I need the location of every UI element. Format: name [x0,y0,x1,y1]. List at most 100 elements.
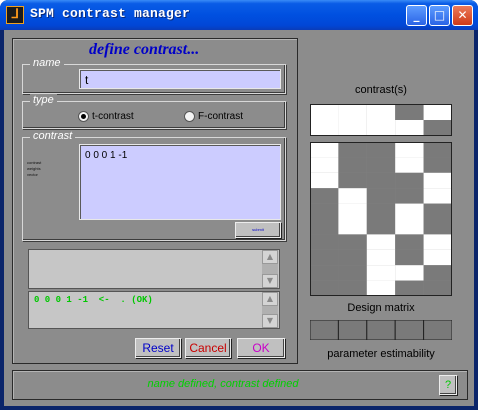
estimability-label: parameter estimability [327,348,435,360]
close-button[interactable]: ✕ [452,5,473,26]
matlab-app-icon: ᒧ [6,6,24,24]
design-matrix-cell [310,265,339,281]
estimability-cell [310,320,339,340]
design-matrix-cell [366,142,396,158]
design-matrix-cell [395,219,424,235]
design-matrix-cell [366,172,396,189]
design-matrix-cell [366,265,396,281]
ok-button[interactable]: OK [237,338,285,358]
estimability-cell [337,320,368,340]
maximize-button[interactable]: □ [429,5,450,26]
estimability-cell [423,320,452,340]
t-contrast-label: t-contrast [92,111,134,122]
design-matrix-cell [338,219,367,235]
contrast-row-cell [310,120,339,136]
define-contrast-panel: define contrast... t name t-contrast F-c… [12,38,298,364]
design-matrix-cell [395,172,424,189]
console-scrollbar[interactable]: ▲ ▼ [262,292,278,328]
contrast-group: contrast weights vector 0 0 0 1 -1 submi… [22,137,286,241]
design-matrix-cell [338,203,367,219]
contrast-row-cell [366,120,396,136]
f-contrast-radio[interactable] [184,111,195,122]
design-matrix-cell [310,157,339,173]
design-matrix-cell [423,142,452,158]
design-matrix-cell [366,188,396,204]
design-matrix-cell [423,280,452,296]
design-matrix-cell [395,234,424,250]
scroll-down-icon[interactable]: ▼ [262,274,278,288]
contrast-row-cell [338,120,367,136]
title-bar[interactable]: ᒧ SPM contrast manager _ □ ✕ [0,0,478,30]
submit-button[interactable]: submit [235,222,281,238]
contrast-row-cell [423,120,452,136]
contrast-legend: contrast [30,130,76,142]
design-matrix-cell [310,219,339,235]
design-matrix-cell [366,157,396,173]
design-matrix-cell [395,280,424,296]
design-matrix-cell [310,234,339,250]
design-matrix-cell [338,234,367,250]
design-matrix-cell [423,172,452,189]
estimability-cell [366,320,396,340]
contrast-weights-input[interactable]: 0 0 0 1 -1 [79,144,281,220]
console-scroll-up-icon[interactable]: ▲ [262,292,278,306]
design-matrix-cell [310,280,339,296]
contrast-row-cell [310,104,339,120]
contrast-row-cell [338,104,367,120]
design-matrix-cell [338,157,367,173]
design-matrix-cell [366,203,396,219]
estimability-cell [394,320,425,340]
design-matrix-cell [423,265,452,281]
contrast-rows-plot [310,104,452,136]
cancel-button[interactable]: Cancel [185,338,231,358]
contrast-hint-text: contrast weights vector [27,160,63,178]
client-area: define contrast... t name t-contrast F-c… [4,30,474,406]
message-box: ▲ ▼ [28,249,280,289]
name-legend: name [30,57,64,69]
minimize-button[interactable]: _ [406,5,427,26]
design-matrix-cell [423,157,452,173]
console-scroll-down-icon[interactable]: ▼ [262,314,278,328]
design-matrix-cell [310,172,339,189]
status-bar: name defined, contrast defined ? [12,370,468,400]
design-matrix-cell [366,234,396,250]
message-scrollbar[interactable]: ▲ ▼ [262,250,278,288]
console-output: 0 0 0 1 -1 <- . (OK) [34,295,153,305]
design-matrix-cell [310,142,339,158]
type-group: t-contrast F-contrast [22,101,286,129]
design-matrix-cell [338,280,367,296]
design-matrix-label: Design matrix [347,302,415,314]
type-legend: type [30,94,57,106]
design-matrix-cell [310,188,339,204]
design-matrix-cell [310,249,339,266]
design-matrix-cell [395,249,424,266]
design-matrix-cell [423,234,452,250]
design-matrix-cell [423,188,452,204]
contrast-name-input[interactable]: t [79,69,281,89]
contrast-row-cell [395,104,424,120]
console-box: 0 0 0 1 -1 <- . (OK) ▲ ▼ [28,291,280,329]
status-text: name defined, contrast defined [147,378,299,390]
contrast-row-cell [423,104,452,120]
design-matrix-plot [310,142,452,296]
contrast-row-cell [395,120,424,136]
design-matrix-cell [423,219,452,235]
design-matrix-cell [395,203,424,219]
design-matrix-cell [423,249,452,266]
design-matrix-cell [395,157,424,173]
spm-contrast-manager-window: ᒧ SPM contrast manager _ □ ✕ define cont… [0,0,478,410]
design-matrix-cell [338,265,367,281]
design-matrix-cell [366,219,396,235]
design-matrix-cell [338,172,367,189]
design-matrix-cell [395,188,424,204]
reset-button[interactable]: Reset [135,338,181,358]
design-matrix-cell [395,265,424,281]
design-matrix-cell [338,142,367,158]
t-contrast-radio[interactable] [78,111,89,122]
scroll-up-icon[interactable]: ▲ [262,250,278,264]
design-matrix-cell [310,203,339,219]
design-matrix-cell [395,142,424,158]
help-button[interactable]: ? [439,375,457,395]
define-contrast-heading: define contrast... [89,41,200,58]
design-matrix-cell [366,280,396,296]
